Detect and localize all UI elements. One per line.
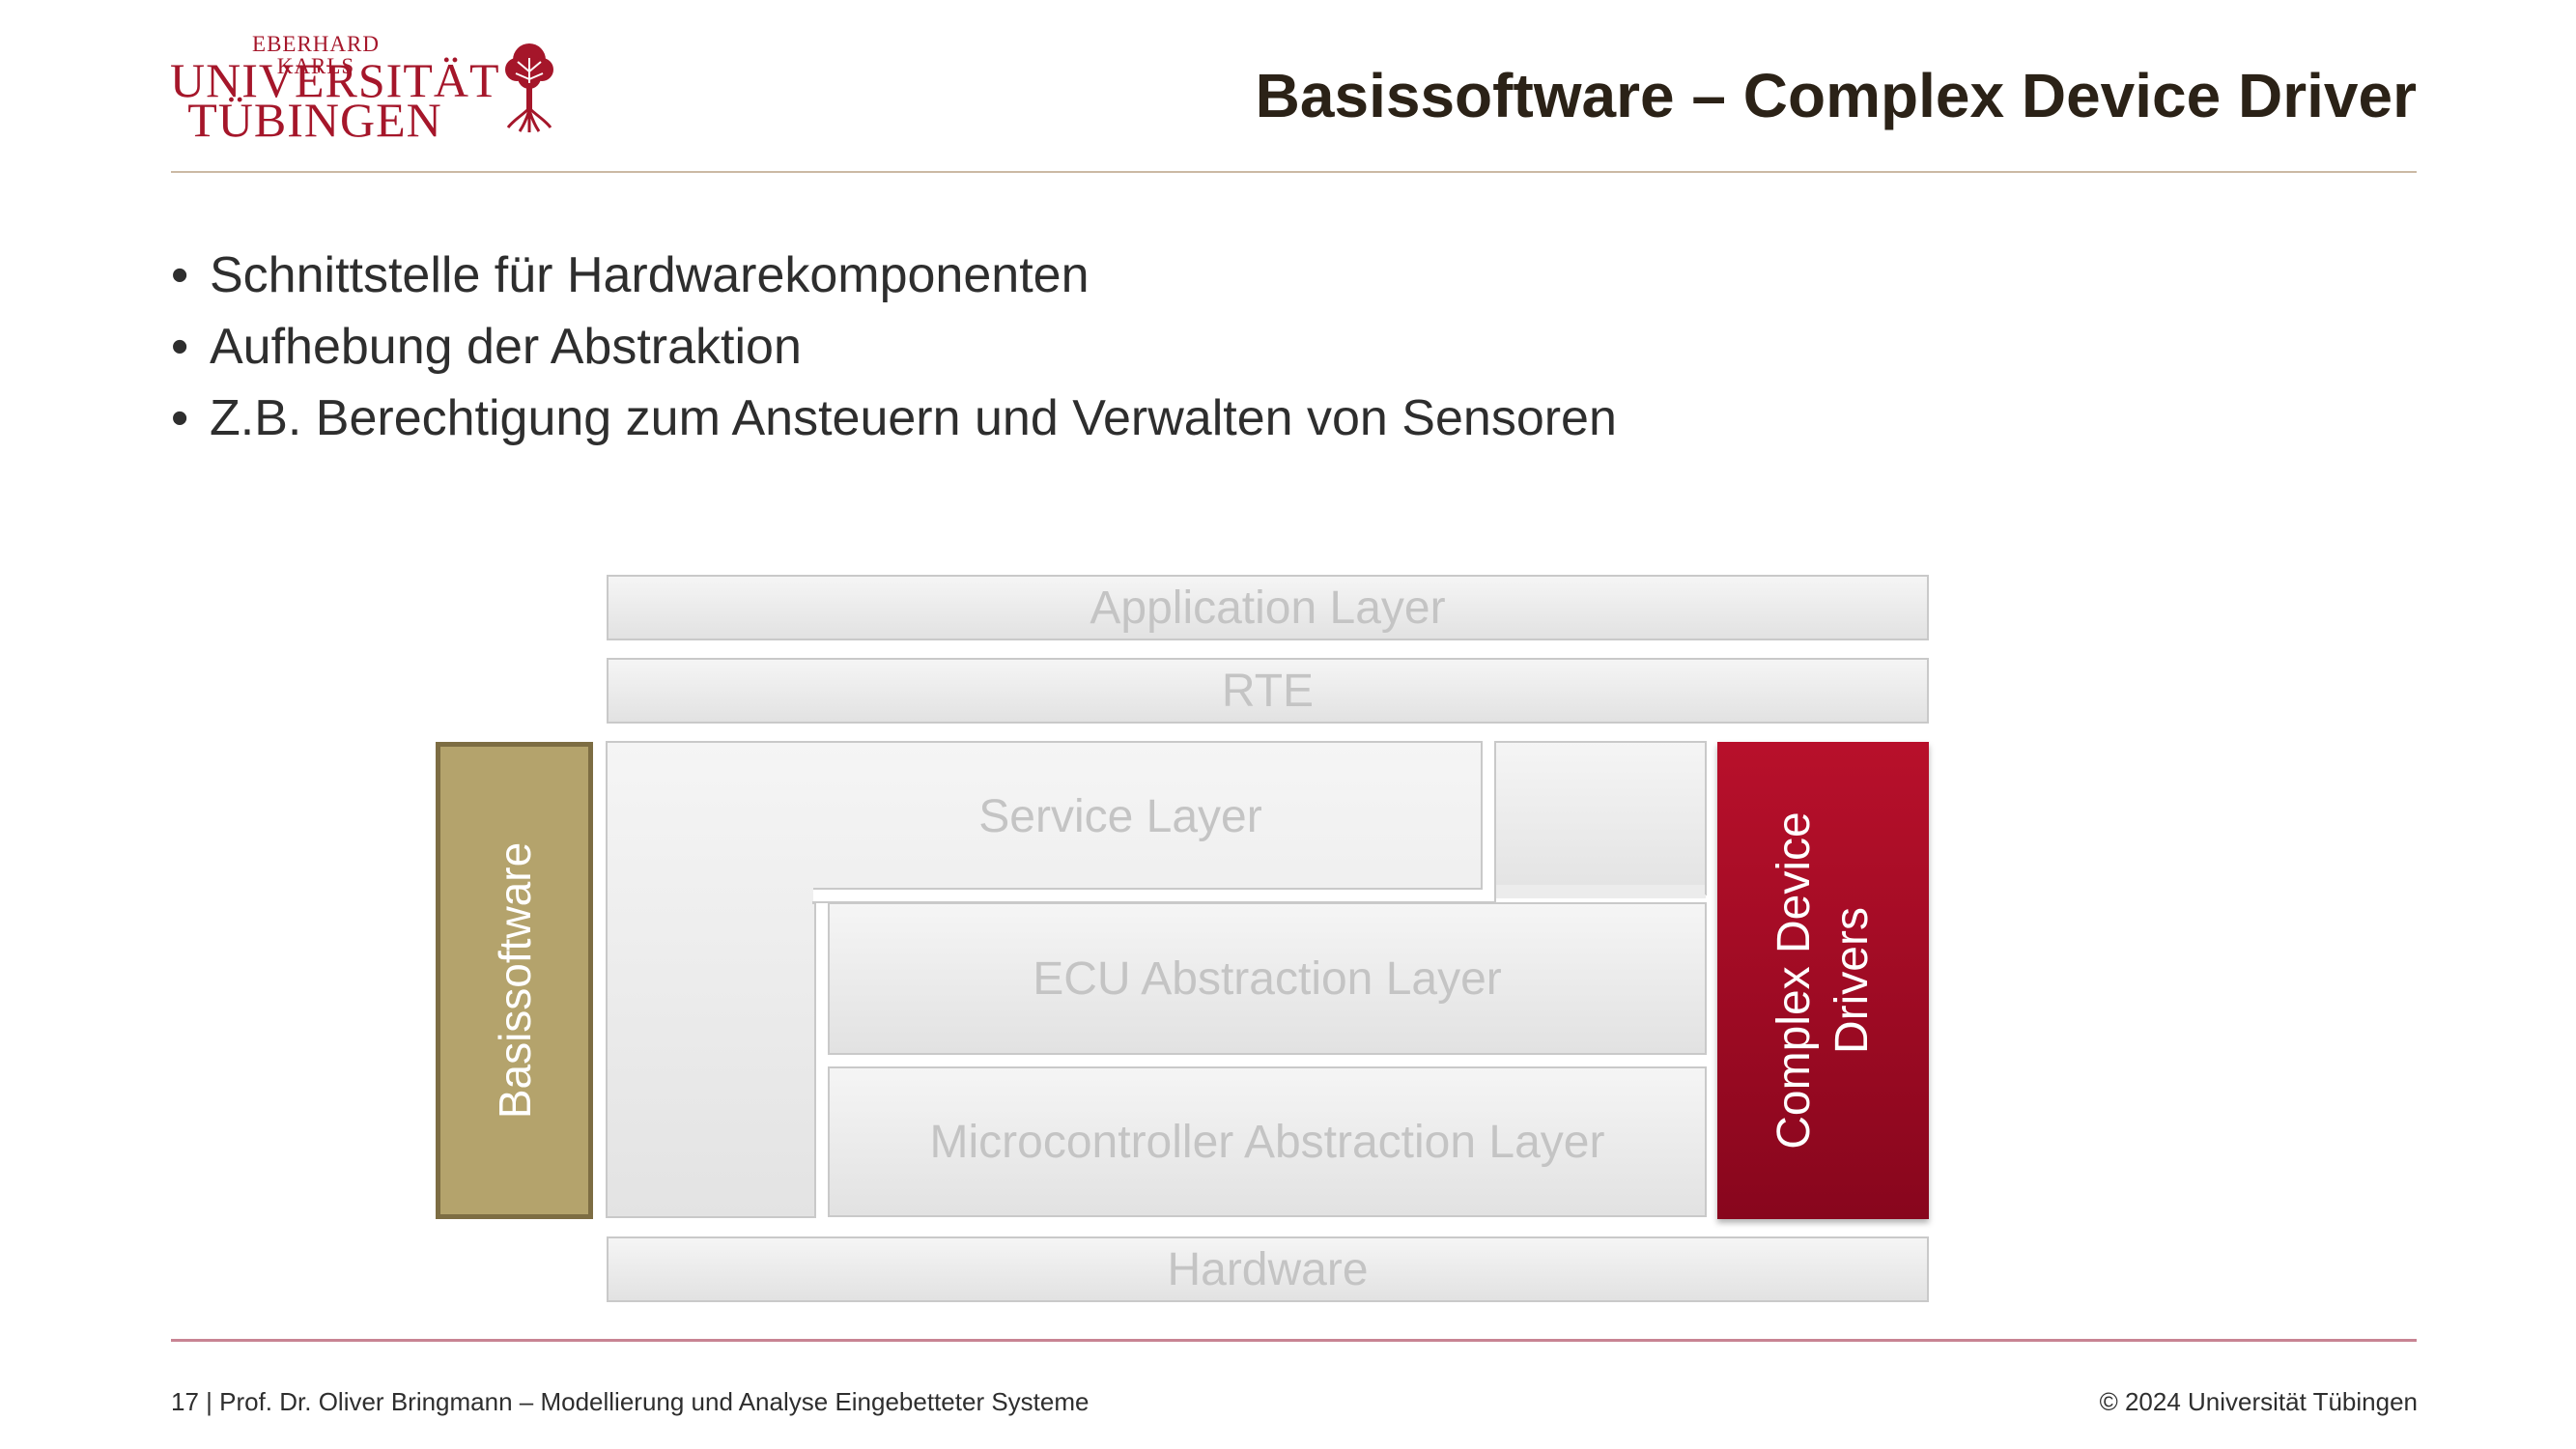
complex-device-drivers-label: Complex Device Drivers — [1766, 811, 1882, 1149]
logo-text-tuebingen: TÜBINGEN — [187, 93, 442, 147]
service-layer-label: Service Layer — [978, 791, 1262, 842]
basissoftware-label: Basissoftware — [489, 841, 540, 1120]
microcontroller-abstraction-layer-label: Microcontroller Abstraction Layer — [929, 1116, 1605, 1168]
complex-device-drivers-label-line2: Drivers — [1826, 907, 1878, 1055]
ecu-abstraction-layer-box: ECU Abstraction Layer — [828, 902, 1707, 1055]
footer-divider — [171, 1339, 2417, 1342]
footer-slide-info: 17 | Prof. Dr. Oliver Bringmann – Modell… — [171, 1387, 1090, 1416]
rte-box: RTE — [607, 658, 1929, 724]
footer-copyright: © 2024 Universität Tübingen — [2099, 1387, 2418, 1416]
header-divider — [171, 171, 2417, 173]
hardware-label: Hardware — [1167, 1243, 1369, 1295]
page-title: Basissoftware – Complex Device Driver — [1255, 61, 2417, 130]
microcontroller-abstraction-layer-box: Microcontroller Abstraction Layer — [828, 1066, 1707, 1217]
tree-icon — [505, 43, 553, 132]
ecu-abstraction-layer-label: ECU Abstraction Layer — [1033, 952, 1502, 1005]
rte-label: RTE — [1221, 665, 1315, 717]
bullet-item: Aufhebung der Abstraktion — [171, 311, 1617, 383]
bullet-item: Schnittstelle für Hardwarekomponenten — [171, 240, 1617, 311]
hardware-box: Hardware — [607, 1236, 1929, 1302]
basissoftware-box: Basissoftware — [436, 742, 593, 1219]
application-layer-label: Application Layer — [1090, 582, 1446, 634]
complex-device-drivers-label-line1: Complex Device — [1768, 811, 1820, 1150]
bullet-list: Schnittstelle für Hardwarekomponenten Au… — [171, 240, 1617, 454]
complex-device-drivers-box: Complex Device Drivers — [1717, 742, 1929, 1219]
application-layer-box: Application Layer — [607, 575, 1929, 640]
bullet-item: Z.B. Berechtigung zum Ansteuern und Verw… — [171, 383, 1617, 454]
